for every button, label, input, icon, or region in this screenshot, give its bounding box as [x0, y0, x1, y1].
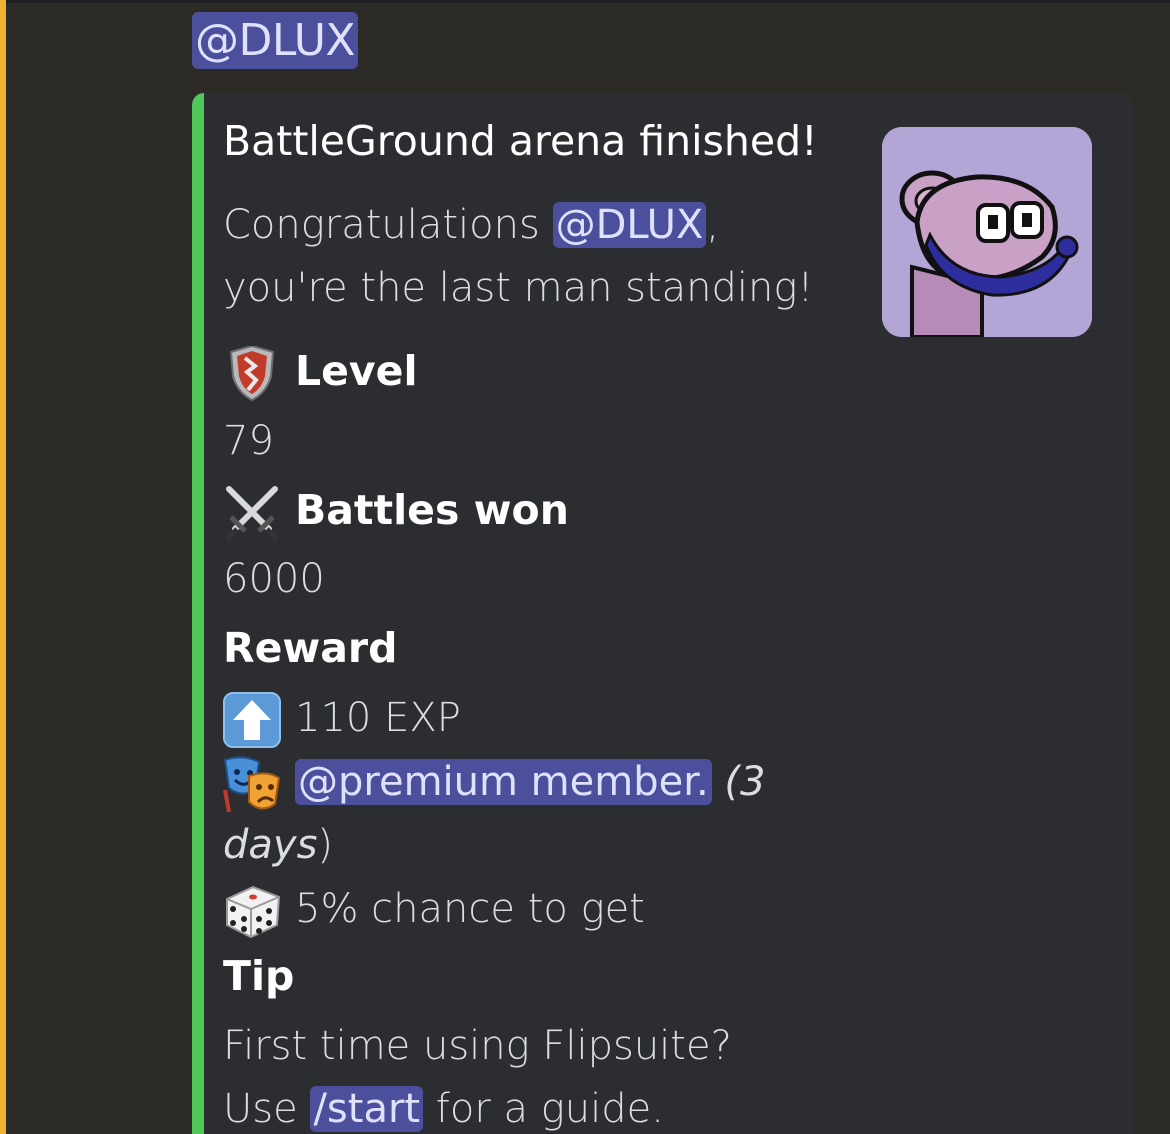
divider: [0, 0, 1170, 3]
mention-highlight-bar: [0, 0, 6, 1134]
up-arrow-icon: [223, 692, 281, 748]
field-level-value: 79: [223, 418, 274, 464]
performing-arts-icon: [223, 756, 281, 812]
reward-exp-line: 110 EXP: [223, 690, 461, 748]
pixel-creature-image: [882, 127, 1092, 337]
role-duration-days: days: [223, 822, 318, 868]
embed-description-line1: Congratulations @DLUX,: [223, 197, 719, 253]
field-reward-name: Reward: [223, 624, 398, 672]
level-label: Level: [295, 347, 418, 395]
field-battles-name: Battles won: [223, 482, 569, 541]
embed-thumbnail[interactable]: [882, 127, 1092, 337]
embed-description-line2: you're the last man standing!: [223, 265, 814, 311]
reward-role-line: @premium member. (3: [223, 754, 766, 812]
embed-card: BattleGround arena finished! Congratulat…: [192, 93, 1134, 1134]
tip-suffix: for a guide.: [423, 1086, 664, 1132]
tip-line-1: First time using Flipsuite?: [223, 1023, 732, 1069]
description-user-mention[interactable]: @DLUX: [552, 202, 707, 248]
dice-icon: [223, 883, 281, 939]
field-battles-value: 6000: [223, 556, 325, 602]
battles-won-label: Battles won: [295, 486, 569, 534]
description-comma: ,: [706, 202, 720, 248]
reward-chance-text: 5% chance to get: [295, 886, 645, 932]
reward-role-line-2: days): [223, 817, 333, 873]
description-text: Congratulations: [223, 202, 553, 248]
premium-member-role-mention[interactable]: @premium member.: [295, 759, 712, 805]
embed-title: BattleGround arena finished!: [223, 117, 818, 165]
crossed-swords-icon: [223, 485, 281, 541]
tip-line-2: Use /start for a guide.: [223, 1081, 664, 1134]
role-duration-end: ): [317, 822, 334, 868]
embed-accent-bar: [192, 93, 204, 1134]
reward-chance-line: 5% chance to get: [223, 881, 645, 939]
tip-prefix: Use: [223, 1086, 311, 1132]
reward-exp-text: 110 EXP: [295, 695, 461, 741]
start-command-link[interactable]: /start: [310, 1086, 424, 1132]
role-duration-start: (3: [724, 759, 766, 805]
user-mention[interactable]: @DLUX: [192, 12, 359, 69]
message-area: @DLUX BattleGround arena finished! Congr…: [0, 0, 1170, 1134]
field-level-name: Level: [223, 343, 418, 402]
field-tip-name: Tip: [223, 952, 295, 1000]
shield-icon: [223, 346, 281, 402]
